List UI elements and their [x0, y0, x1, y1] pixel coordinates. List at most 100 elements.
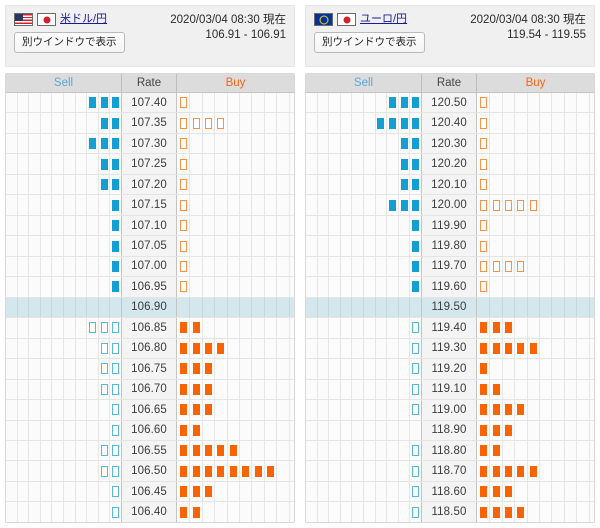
buy-slot: [526, 113, 539, 133]
buy-bar: [179, 363, 187, 375]
buy-bar: [479, 506, 487, 518]
sell-bar: [112, 383, 120, 395]
buy-slot: [526, 338, 539, 359]
sell-slot: [51, 277, 63, 297]
sell-bar: [100, 158, 108, 170]
table-row: 106.75: [6, 359, 294, 380]
buy-slot: [276, 113, 288, 133]
sell-slot: [28, 420, 40, 440]
buy-bar: [204, 404, 212, 416]
sell-slot: [328, 400, 340, 420]
pair-name-link[interactable]: 米ドル/円: [60, 13, 107, 26]
buy-slot: [288, 297, 294, 318]
buy-cells: [177, 338, 294, 359]
sell-slot: [328, 359, 340, 379]
buy-cells: [477, 133, 594, 154]
sell-bar: [112, 179, 120, 191]
sell-slot: [63, 502, 75, 522]
buy-bar: [517, 342, 525, 354]
buy-slot: [238, 174, 251, 195]
buy-bar: [179, 281, 187, 293]
sell-slot: [6, 154, 17, 173]
sell-slot: [397, 93, 410, 113]
rate-value: 107.10: [122, 215, 177, 236]
buy-slot: [576, 297, 588, 318]
sell-slot: [306, 175, 317, 194]
sell-slot: [86, 318, 98, 338]
sell-bar: [112, 199, 120, 211]
buy-cells: [477, 318, 594, 338]
sell-slot: [6, 359, 17, 378]
sell-cells: [6, 502, 122, 522]
buy-slot: [177, 482, 189, 501]
sell-slot: [6, 318, 17, 337]
sell-slot: [374, 338, 387, 359]
sell-slot: [16, 236, 29, 256]
timestamp: 2020/03/04 08:30 現在: [470, 14, 586, 26]
buy-slot: [251, 236, 263, 256]
sell-slot: [409, 215, 421, 236]
buy-slot: [251, 420, 263, 440]
sell-slot: [86, 461, 98, 481]
sell-slot: [74, 400, 87, 420]
pair-name-link[interactable]: ユーロ/円: [360, 13, 407, 26]
buy-slot: [276, 461, 288, 481]
sell-slot: [397, 338, 410, 359]
buy-slot: [477, 318, 489, 337]
buy-slot: [551, 379, 563, 400]
sell-slot: [63, 113, 75, 133]
buy-cells: [177, 440, 294, 461]
buy-slot: [538, 195, 551, 215]
sell-slot: [328, 277, 340, 297]
buy-slot: [576, 174, 588, 195]
buy-slot: [288, 133, 294, 154]
sell-cells: [6, 481, 122, 502]
table-row: 107.10: [6, 215, 294, 237]
buy-slot: [214, 420, 226, 440]
sell-slot: [397, 440, 410, 461]
sell-bar: [389, 117, 397, 129]
buy-slot: [238, 277, 251, 297]
sell-slot: [86, 420, 98, 440]
buy-cells: [477, 359, 594, 379]
sell-bar: [112, 97, 120, 109]
sell-slot: [328, 420, 340, 440]
buy-slot: [489, 236, 501, 256]
sell-slot: [363, 236, 375, 256]
buy-slot: [177, 257, 189, 276]
buy-slot: [576, 359, 588, 379]
buy-slot: [551, 113, 563, 133]
buy-slot: [189, 277, 201, 297]
open-in-new-window-button[interactable]: 別ウインドウで表示: [314, 32, 425, 53]
sell-slot: [86, 93, 98, 113]
buy-slot: [538, 359, 551, 379]
rate-value: 106.60: [122, 420, 177, 440]
buy-slot: [563, 256, 576, 277]
buy-slot: [263, 440, 276, 461]
sell-slot: [6, 236, 17, 255]
buy-slot: [526, 481, 539, 502]
sell-slot: [328, 481, 340, 502]
sell-slot: [39, 113, 52, 133]
buy-slot: [214, 154, 226, 174]
sell-bar: [112, 240, 120, 252]
buy-slot: [563, 338, 576, 359]
open-in-new-window-button[interactable]: 別ウインドウで表示: [14, 32, 125, 53]
buy-bar: [204, 465, 212, 477]
sell-slot: [39, 338, 52, 359]
buy-slot: [538, 93, 551, 113]
buy-slot: [226, 379, 239, 400]
sell-slot: [28, 440, 40, 461]
sell-slot: [409, 440, 421, 461]
sell-bar: [400, 158, 408, 170]
sell-slot: [374, 174, 387, 195]
buy-slot: [563, 318, 576, 338]
table-row: 118.50: [306, 502, 594, 522]
sell-slot: [63, 420, 75, 440]
sell-slot: [363, 379, 375, 400]
buy-slot: [189, 502, 201, 522]
buy-slot: [588, 174, 594, 195]
buy-slot: [189, 174, 201, 195]
sell-cells: [306, 256, 422, 277]
buy-slot: [477, 421, 489, 440]
